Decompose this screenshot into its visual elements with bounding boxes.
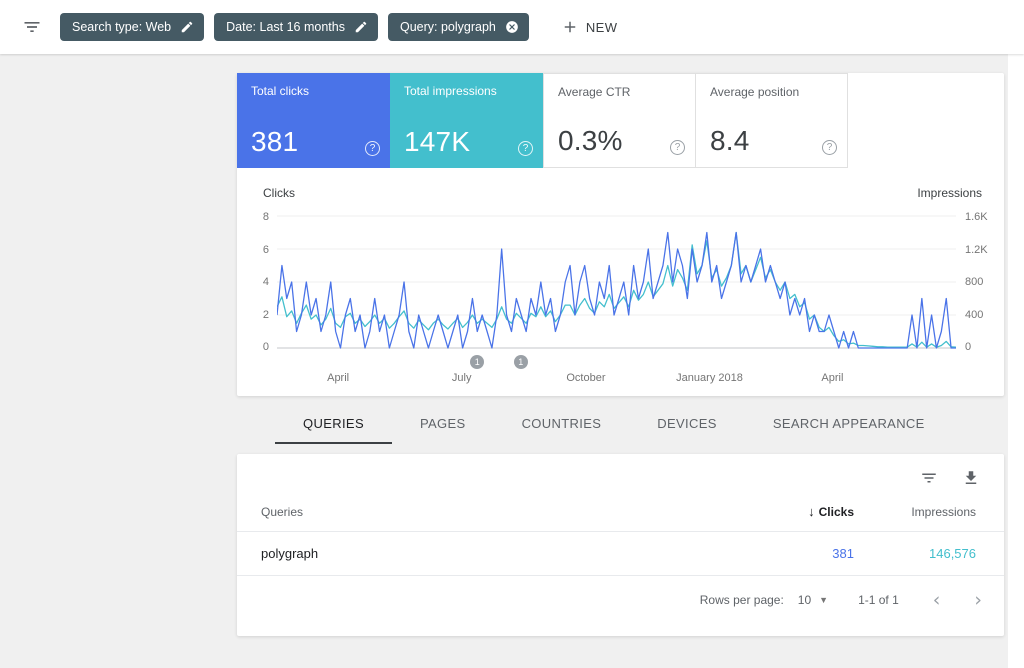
metric-label: Total impressions: [404, 84, 529, 98]
tab-devices[interactable]: DEVICES: [629, 402, 745, 444]
table-header-row: Queries ↓ Clicks Impressions: [237, 504, 1004, 532]
metric-value: 0.3%: [558, 125, 623, 157]
help-icon[interactable]: ?: [518, 141, 533, 156]
x-axis-label: April: [327, 372, 349, 384]
tab-label: SEARCH APPEARANCE: [773, 416, 925, 431]
right-axis-title: Impressions: [917, 186, 982, 200]
filter-icon[interactable]: [18, 13, 46, 41]
metric-average-ctr[interactable]: Average CTR 0.3% ?: [543, 73, 696, 168]
y-axis-tick: 4: [249, 277, 269, 287]
metric-average-position[interactable]: Average position 8.4 ?: [695, 73, 848, 168]
chip-label: Date: Last 16 months: [226, 20, 345, 34]
metric-value: 8.4: [710, 125, 750, 157]
chip-date-range[interactable]: Date: Last 16 months: [214, 13, 378, 41]
remove-filter-icon[interactable]: [505, 20, 519, 34]
tab-search-appearance[interactable]: SEARCH APPEARANCE: [745, 402, 953, 444]
y-axis-tick: 6: [249, 245, 269, 255]
x-axis-label: July: [452, 372, 472, 384]
pagination-range: 1-1 of 1: [858, 593, 899, 607]
metric-toggle-row: Total clicks 381 ? Total impressions 147…: [237, 73, 1004, 168]
metric-value: 147K: [404, 126, 470, 158]
y-axis-tick: 2: [249, 310, 269, 320]
y-axis-tick: 800: [965, 277, 992, 287]
search-console-app: Search type: Web Date: Last 16 months Qu…: [0, 0, 1024, 668]
plus-icon: [561, 18, 579, 36]
query-cell[interactable]: polygraph: [261, 546, 724, 561]
metric-label: Average position: [710, 85, 833, 99]
dimension-tabs: QUERIES PAGES COUNTRIES DEVICES SEARCH A…: [275, 402, 1004, 444]
impressions-cell: 146,576: [854, 546, 976, 561]
rows-per-page-select[interactable]: 10 ▼: [798, 593, 828, 607]
previous-page-icon[interactable]: ‹: [933, 592, 941, 608]
metric-total-clicks[interactable]: Total clicks 381 ?: [237, 73, 390, 168]
new-filter-label: NEW: [586, 20, 618, 35]
help-icon[interactable]: ?: [365, 141, 380, 156]
metric-value: 381: [251, 126, 298, 158]
tab-countries[interactable]: COUNTRIES: [494, 402, 630, 444]
help-icon[interactable]: ?: [822, 140, 837, 155]
chart-plot-area: 11: [277, 212, 956, 352]
performance-chart: Clicks Impressions 8 6 4 2 0 11 1.6K 1.2K 800 4…: [237, 168, 1004, 396]
y-axis-tick: 0: [965, 342, 992, 352]
date-axis: April July October January 2018 April: [277, 352, 956, 390]
clicks-cell: 381: [724, 546, 854, 561]
table-pagination: Rows per page: 10 ▼ 1-1 of 1 ‹ ›: [237, 576, 1004, 624]
tab-label: PAGES: [420, 416, 466, 431]
metric-total-impressions[interactable]: Total impressions 147K ?: [390, 73, 543, 168]
y-axis-tick: 0: [249, 342, 269, 352]
queries-table-card: Queries ↓ Clicks Impressions polygraph 3…: [237, 454, 1004, 636]
clicks-line: [277, 233, 956, 349]
x-axis-label: April: [821, 372, 843, 384]
metric-label: Total clicks: [251, 84, 376, 98]
next-page-icon[interactable]: ›: [974, 592, 982, 608]
y-axis-tick: 400: [965, 310, 992, 320]
chip-query-filter[interactable]: Query: polygraph: [388, 13, 529, 41]
filter-bar: Search type: Web Date: Last 16 months Qu…: [0, 0, 1024, 54]
clicks-axis: 8 6 4 2 0: [249, 212, 277, 352]
tab-label: COUNTRIES: [522, 416, 602, 431]
y-axis-tick: 8: [249, 212, 269, 222]
table-row[interactable]: polygraph 381 146,576: [237, 532, 1004, 576]
x-axis-label: January 2018: [676, 372, 743, 384]
new-filter-button[interactable]: NEW: [553, 14, 626, 40]
dropdown-caret-icon: ▼: [819, 595, 828, 605]
impressions-axis: 1.6K 1.2K 800 400 0: [956, 212, 992, 352]
table-filter-icon[interactable]: [920, 469, 938, 487]
main-area: Total clicks 381 ? Total impressions 147…: [0, 54, 1024, 668]
edit-icon[interactable]: [180, 20, 194, 34]
chip-label: Search type: Web: [72, 20, 171, 34]
chip-label: Query: polygraph: [400, 20, 496, 34]
help-icon[interactable]: ?: [670, 140, 685, 155]
metric-label: Average CTR: [558, 85, 681, 99]
chart-canvas: [277, 212, 956, 352]
column-header-label: Clicks: [819, 505, 854, 519]
tab-label: QUERIES: [303, 416, 364, 431]
tab-pages[interactable]: PAGES: [392, 402, 494, 444]
rows-per-page-value: 10: [798, 593, 811, 607]
tab-label: DEVICES: [657, 416, 717, 431]
column-header-clicks[interactable]: ↓ Clicks: [724, 504, 854, 519]
chip-search-type[interactable]: Search type: Web: [60, 13, 204, 41]
edit-icon[interactable]: [354, 20, 368, 34]
x-axis-label: October: [566, 372, 605, 384]
scrollbar-track[interactable]: [1008, 54, 1024, 668]
performance-summary-card: Total clicks 381 ? Total impressions 147…: [237, 73, 1004, 396]
column-header-impressions[interactable]: Impressions: [854, 505, 976, 519]
column-header-queries: Queries: [261, 505, 724, 519]
rows-per-page-label: Rows per page:: [700, 593, 784, 607]
y-axis-tick: 1.6K: [965, 212, 992, 222]
sort-desc-icon: ↓: [808, 504, 815, 519]
left-axis-title: Clicks: [263, 186, 295, 200]
export-download-icon[interactable]: [962, 469, 980, 487]
y-axis-tick: 1.2K: [965, 245, 992, 255]
tab-queries[interactable]: QUERIES: [275, 402, 392, 444]
